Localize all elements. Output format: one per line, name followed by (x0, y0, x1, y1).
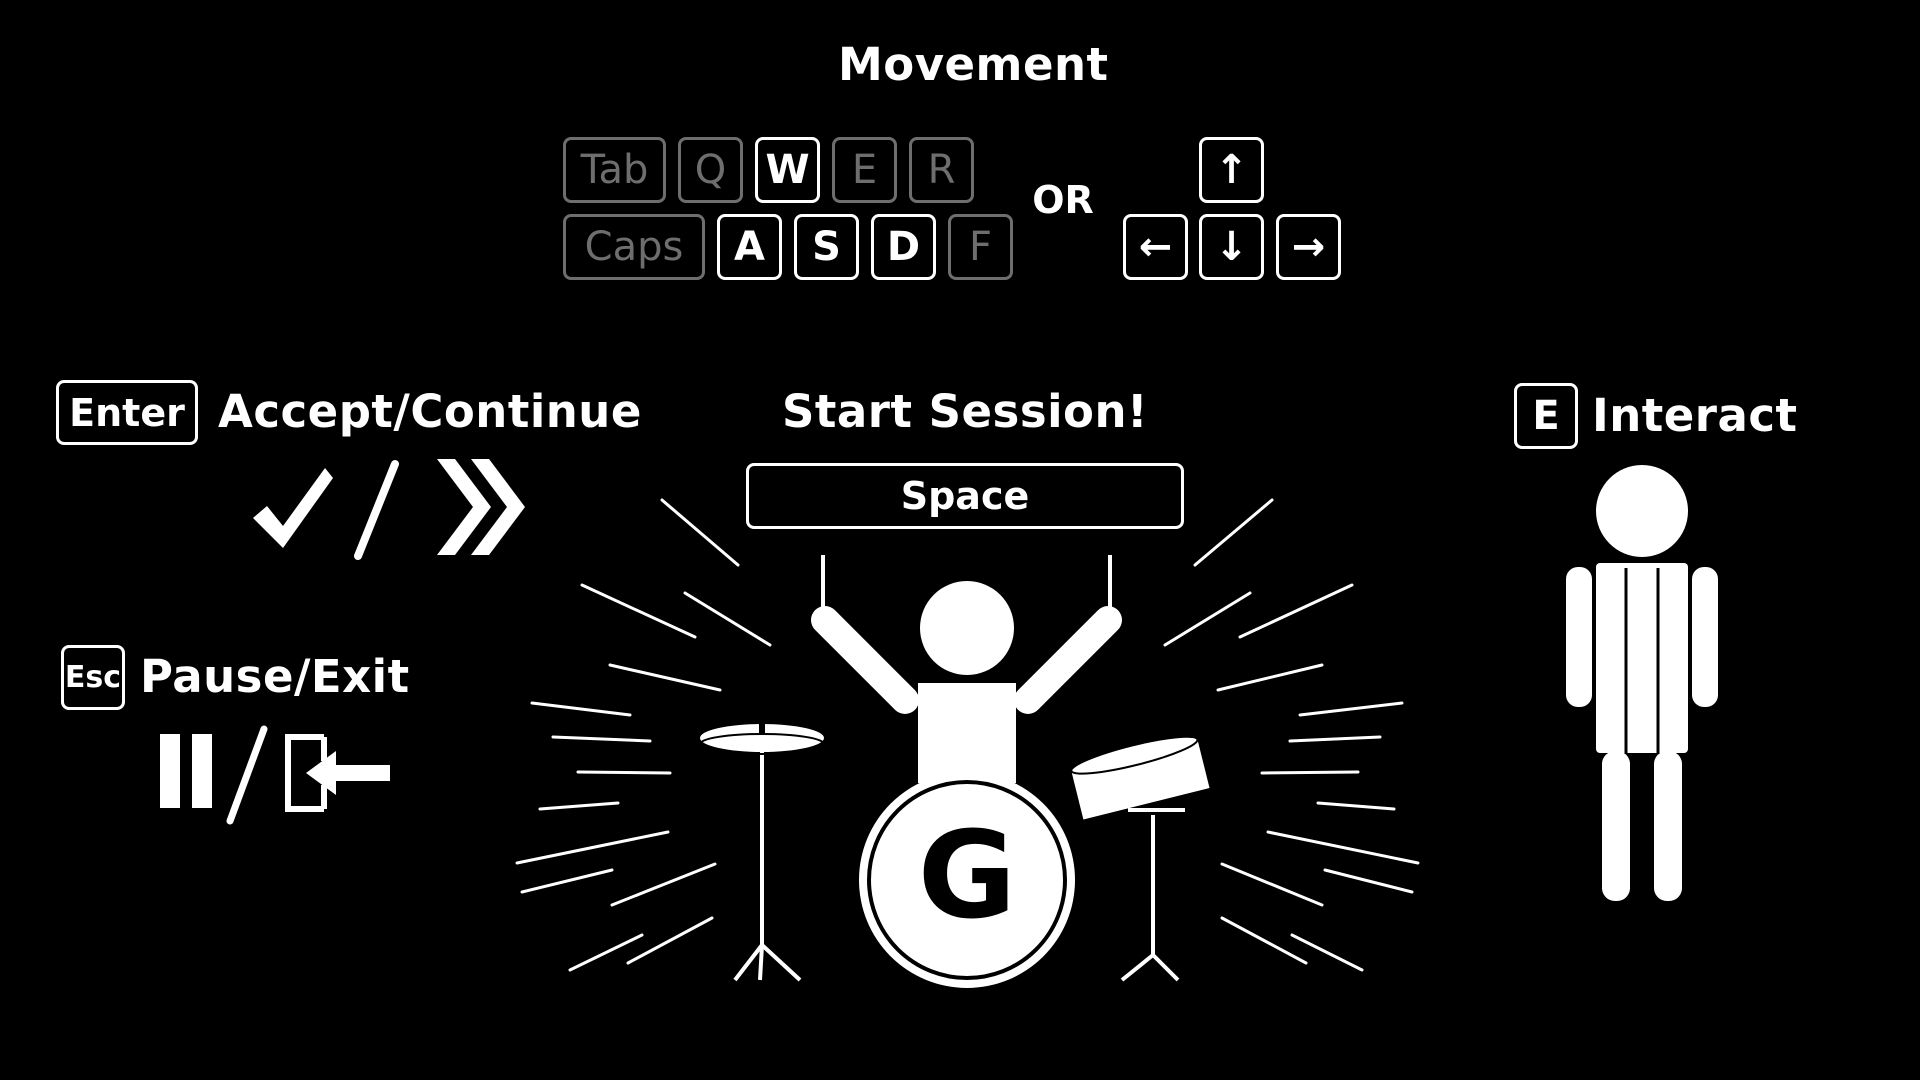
key-e: E (1514, 383, 1578, 449)
drum-logo-letter: G (917, 807, 1017, 946)
interact-label: Interact (1592, 389, 1798, 442)
person-icon (1566, 465, 1718, 901)
